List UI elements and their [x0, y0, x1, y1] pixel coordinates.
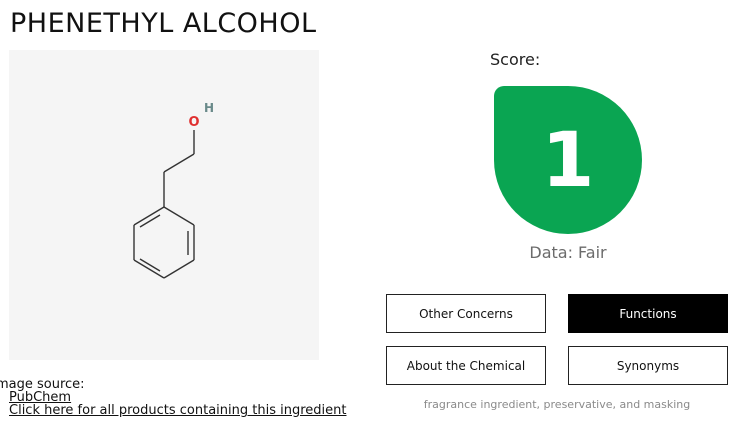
tab-about-the-chemical[interactable]: About the Chemical [386, 346, 546, 385]
score-value: 1 [541, 115, 595, 204]
tab-synonyms[interactable]: Synonyms [568, 346, 728, 385]
hydrogen-atom-label: H [204, 101, 214, 115]
tab-other-concerns[interactable]: Other Concerns [386, 294, 546, 333]
tab-functions[interactable]: Functions [568, 294, 728, 333]
oxygen-atom-label: O [188, 115, 199, 130]
data-availability-label: Data: Fair [529, 243, 607, 262]
functions-description: fragrance ingredient, preservative, and … [423, 398, 691, 411]
score-label: Score: [490, 50, 541, 69]
page-title: PHENETHYL ALCOHOL [10, 8, 317, 39]
molecule-diagram: O H [133, 101, 214, 279]
score-badge: 1 [494, 86, 642, 234]
chemical-structure-image: O H [9, 50, 319, 360]
all-products-link[interactable]: Click here for all products containing t… [9, 403, 346, 418]
